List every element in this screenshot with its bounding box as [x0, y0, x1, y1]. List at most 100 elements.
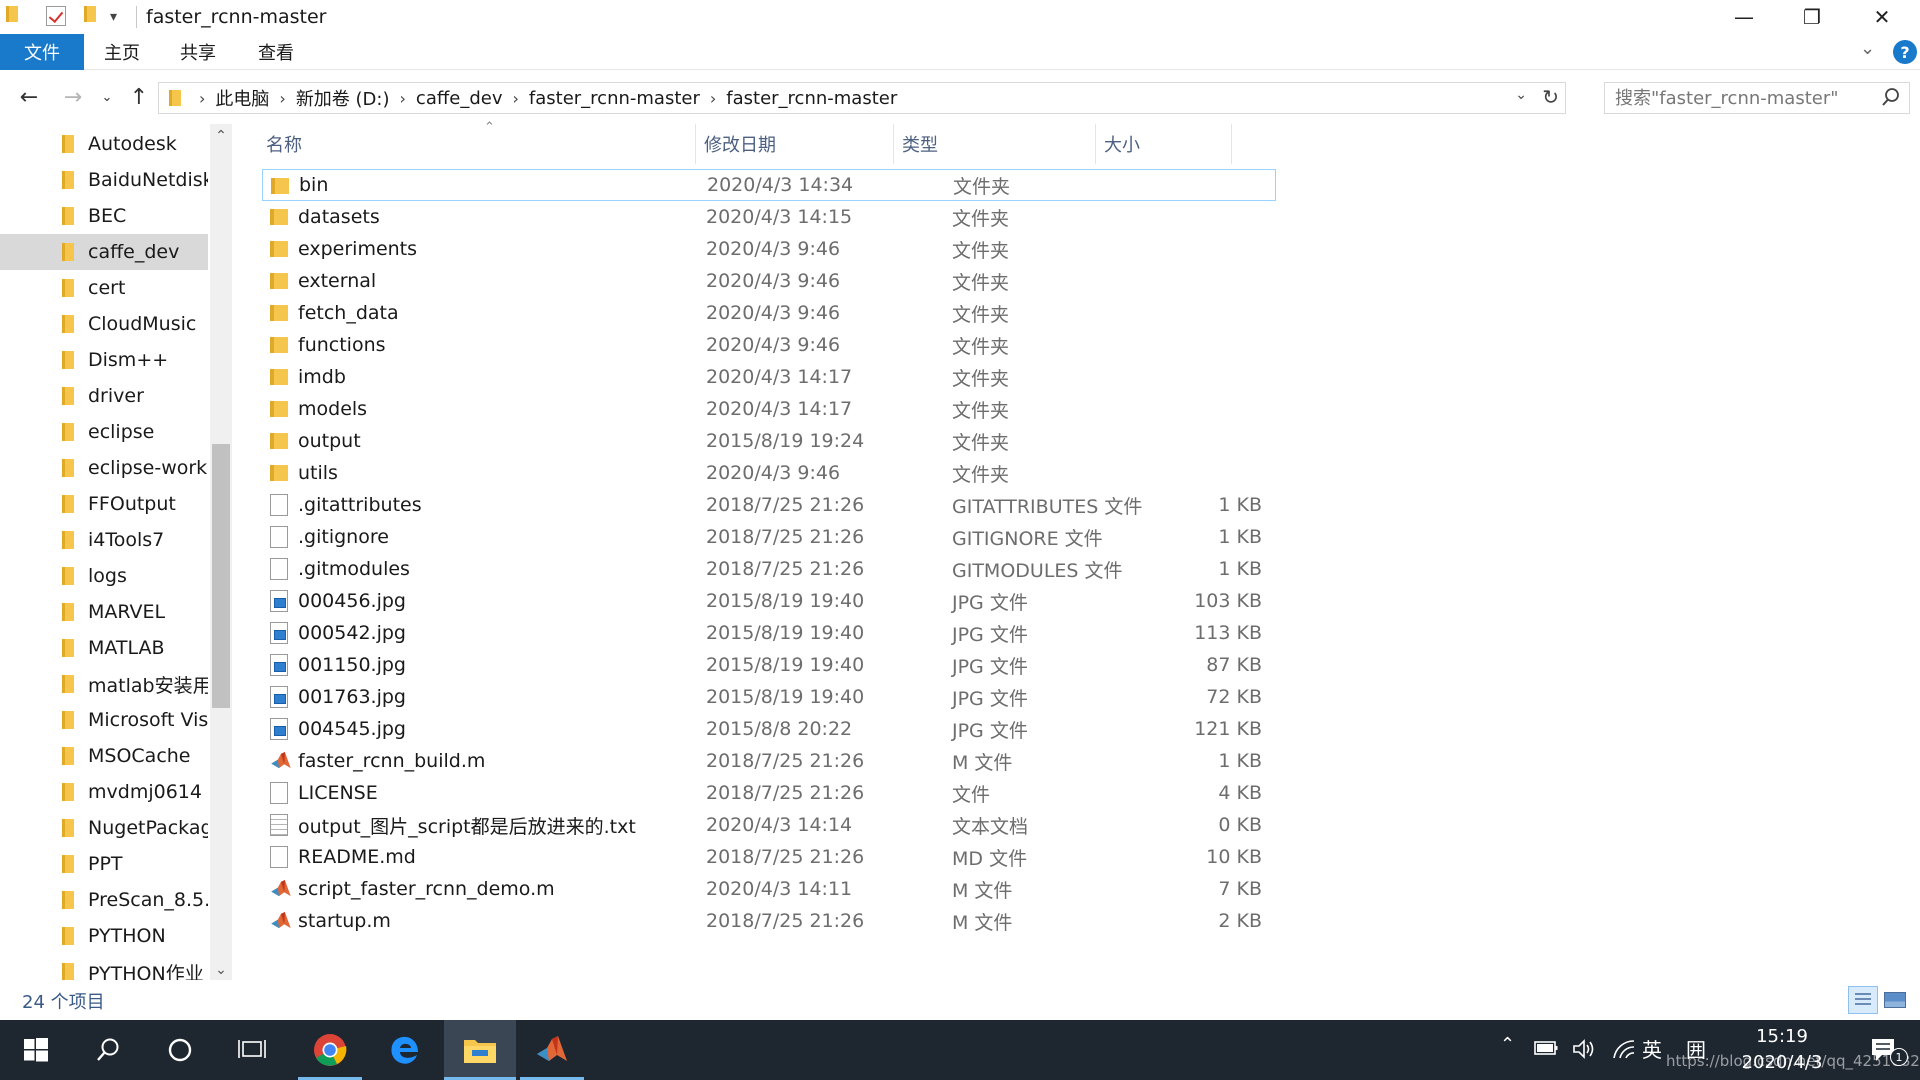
file-row[interactable]: 000542.jpg 2015/8/19 19:40 JPG 文件 113 KB — [262, 617, 1276, 649]
nav-item[interactable]: PYTHON — [0, 918, 208, 954]
start-button[interactable] — [0, 1020, 72, 1080]
nav-item[interactable]: PPT — [0, 846, 208, 882]
column-header-size[interactable]: 大小 — [1096, 124, 1232, 164]
address-bar[interactable]: › 此电脑 › 新加卷 (D:) › caffe_dev › faster_rc… — [158, 82, 1566, 114]
nav-item[interactable]: matlab安装用 — [0, 666, 208, 702]
nav-item[interactable]: BEC — [0, 198, 208, 234]
search-taskbar-button[interactable] — [76, 1020, 140, 1080]
scroll-down-arrow-icon[interactable]: ⌄ — [210, 962, 232, 978]
file-row[interactable]: imdb 2020/4/3 14:17 文件夹 — [262, 361, 1276, 393]
file-row[interactable]: fetch_data 2020/4/3 9:46 文件夹 — [262, 297, 1276, 329]
search-box[interactable] — [1604, 82, 1910, 114]
file-row[interactable]: 004545.jpg 2015/8/8 20:22 JPG 文件 121 KB — [262, 713, 1276, 745]
file-row[interactable]: .gitignore 2018/7/25 21:26 GITIGNORE 文件 1 K… — [262, 521, 1276, 553]
show-hidden-icons-chevron-up-icon[interactable]: ⌃ — [1500, 1034, 1515, 1055]
file-row[interactable]: 001763.jpg 2015/8/19 19:40 JPG 文件 72 KB — [262, 681, 1276, 713]
nav-item[interactable]: i4Tools7 — [0, 522, 208, 558]
breadcrumb-faster-rcnn-master-parent[interactable]: faster_rcnn-master — [529, 88, 700, 109]
nav-item[interactable]: FFOutput — [0, 486, 208, 522]
nav-item[interactable]: Microsoft Visu — [0, 702, 208, 738]
file-row[interactable]: 000456.jpg 2015/8/19 19:40 JPG 文件 103 KB — [262, 585, 1276, 617]
battery-icon[interactable] — [1534, 1038, 1558, 1058]
matlab-taskbar-button[interactable] — [520, 1020, 584, 1080]
chrome-taskbar-button[interactable] — [298, 1020, 362, 1080]
minimize-button[interactable]: — — [1714, 0, 1774, 34]
file-row[interactable]: LICENSE 2018/7/25 21:26 文件 4 KB — [262, 777, 1276, 809]
edge-taskbar-button[interactable] — [372, 1020, 436, 1080]
nav-item[interactable]: eclipse-workp — [0, 450, 208, 486]
file-row[interactable]: functions 2020/4/3 9:46 文件夹 — [262, 329, 1276, 361]
file-row[interactable]: .gitattributes 2018/7/25 21:26 GITATTRIBUT… — [262, 489, 1276, 521]
nav-item[interactable]: CloudMusic — [0, 306, 208, 342]
file-row[interactable]: faster_rcnn_build.m 2018/7/25 21:26 M 文件 1 … — [262, 745, 1276, 777]
column-header-type[interactable]: 类型 — [894, 124, 1096, 164]
wifi-icon[interactable] — [1612, 1038, 1636, 1060]
tab-file[interactable]: 文件 — [0, 34, 84, 70]
nav-item[interactable]: MATLAB — [0, 630, 208, 666]
up-button[interactable]: ↑ — [124, 82, 154, 112]
new-folder-quick-access-icon[interactable] — [84, 6, 96, 22]
properties-quick-access-icon[interactable] — [46, 6, 66, 26]
large-icons-view-icon[interactable] — [1882, 988, 1906, 1010]
file-row[interactable]: .gitmodules 2018/7/25 21:26 GITMODULES 文件 1… — [262, 553, 1276, 585]
nav-item[interactable]: MARVEL — [0, 594, 208, 630]
nav-item[interactable]: logs — [0, 558, 208, 594]
file-row[interactable]: external 2020/4/3 9:46 文件夹 — [262, 265, 1276, 297]
nav-item[interactable]: Autodesk — [0, 126, 208, 162]
maximize-button[interactable]: ❐ — [1782, 0, 1842, 34]
file-row[interactable]: README.md 2018/7/25 21:26 MD 文件 10 KB — [262, 841, 1276, 873]
ime-language-indicator[interactable]: 英 — [1642, 1034, 1662, 1063]
nav-item[interactable]: Dism++ — [0, 342, 208, 378]
file-row[interactable]: utils 2020/4/3 9:46 文件夹 — [262, 457, 1276, 489]
breadcrumb-separator[interactable]: › — [710, 89, 716, 108]
nav-item[interactable]: mvdmj0614 — [0, 774, 208, 810]
breadcrumb-drive-d[interactable]: 新加卷 (D:) — [296, 85, 390, 111]
nav-item[interactable]: PYTHON作业 — [0, 954, 208, 980]
quick-access-dropdown-icon[interactable]: ▾ — [110, 6, 117, 28]
file-row[interactable]: bin 2020/4/3 14:34 文件夹 — [262, 169, 1276, 201]
scroll-up-arrow-icon[interactable]: ⌃ — [210, 128, 232, 144]
cortana-button[interactable] — [148, 1020, 212, 1080]
tab-share[interactable]: 共享 — [166, 34, 230, 70]
tab-view[interactable]: 查看 — [244, 34, 308, 70]
file-row[interactable]: models 2020/4/3 14:17 文件夹 — [262, 393, 1276, 425]
column-header-name[interactable]: 名称 ⌃ — [258, 120, 696, 164]
search-icon[interactable] — [1881, 87, 1901, 107]
file-row[interactable]: startup.m 2018/7/25 21:26 M 文件 2 KB — [262, 905, 1276, 937]
tab-home[interactable]: 主页 — [90, 34, 154, 70]
nav-item[interactable]: MSOCache — [0, 738, 208, 774]
back-button[interactable]: ← — [12, 82, 46, 112]
nav-item[interactable]: driver — [0, 378, 208, 414]
file-row[interactable]: experiments 2020/4/3 9:46 文件夹 — [262, 233, 1276, 265]
address-history-chevron-down-icon[interactable]: ⌄ — [1515, 87, 1527, 103]
volume-icon[interactable] — [1572, 1038, 1596, 1060]
nav-item[interactable]: BaiduNetdiskD — [0, 162, 208, 198]
file-row[interactable]: output_图片_script都是后放进来的.txt 2020/4/3 14:1… — [262, 809, 1276, 841]
file-explorer-taskbar-button[interactable] — [444, 1020, 516, 1080]
breadcrumb-separator[interactable]: › — [279, 89, 285, 108]
details-view-icon[interactable] — [1848, 986, 1878, 1014]
file-row[interactable]: datasets 2020/4/3 14:15 文件夹 — [262, 201, 1276, 233]
close-button[interactable]: ✕ — [1852, 0, 1912, 34]
help-icon[interactable]: ? — [1893, 40, 1917, 64]
refresh-icon[interactable]: ↻ — [1542, 85, 1559, 109]
breadcrumb-faster-rcnn-master-current[interactable]: faster_rcnn-master — [726, 88, 897, 109]
file-row[interactable]: 001150.jpg 2015/8/19 19:40 JPG 文件 87 KB — [262, 649, 1276, 681]
chevron-down-icon[interactable]: ⌄ — [1860, 38, 1875, 59]
task-view-button[interactable] — [220, 1020, 284, 1080]
search-input[interactable] — [1615, 87, 1875, 109]
nav-scrollbar-thumb[interactable] — [212, 444, 230, 708]
nav-item[interactable]: PreScan_8.5.0 — [0, 882, 208, 918]
breadcrumb-caffe-dev[interactable]: caffe_dev — [416, 88, 503, 109]
file-row[interactable]: script_faster_rcnn_demo.m 2020/4/3 14:11 M… — [262, 873, 1276, 905]
recent-locations-chevron-down-icon[interactable]: ⌄ — [96, 82, 118, 112]
nav-item[interactable]: caffe_dev — [0, 234, 208, 270]
action-center-button[interactable]: 1 — [1852, 1020, 1916, 1080]
nav-scrollbar[interactable]: ⌃ ⌄ — [210, 124, 232, 980]
nav-item[interactable]: eclipse — [0, 414, 208, 450]
breadcrumb-this-pc[interactable]: 此电脑 — [215, 85, 269, 111]
nav-item[interactable]: NugetPackage — [0, 810, 208, 846]
file-row[interactable]: output 2015/8/19 19:24 文件夹 — [262, 425, 1276, 457]
breadcrumb-separator[interactable]: › — [512, 89, 518, 108]
column-header-date[interactable]: 修改日期 — [696, 124, 894, 164]
